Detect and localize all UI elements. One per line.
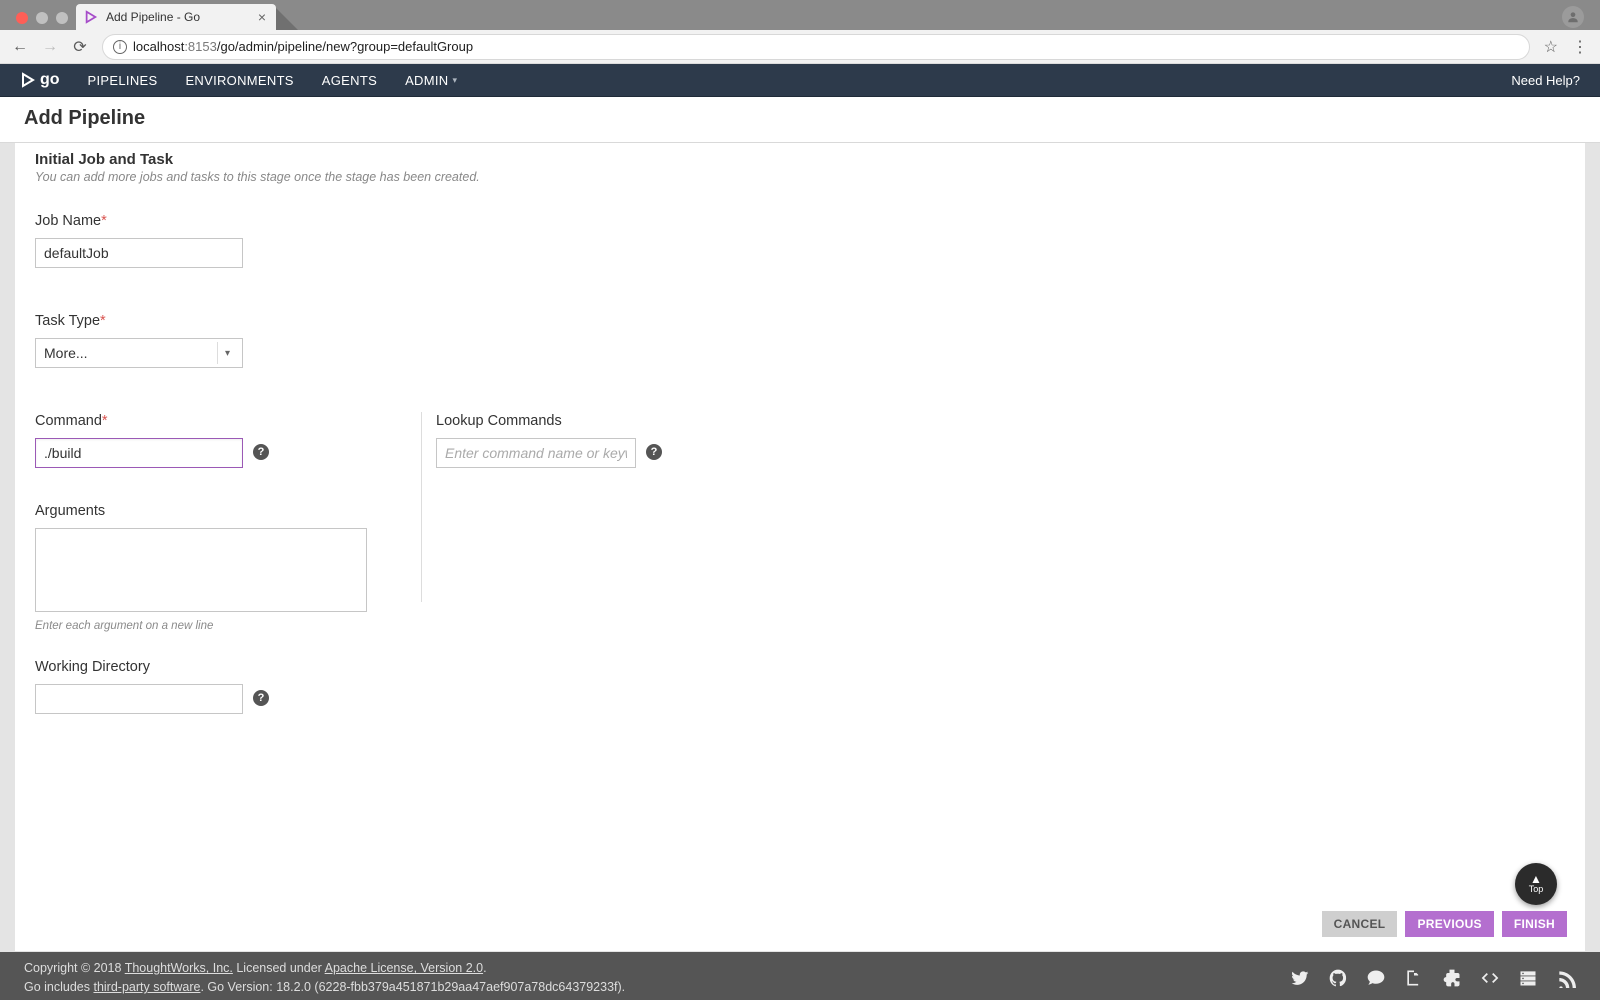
help-icon[interactable]: ? — [253, 444, 269, 460]
browser-chrome: Add Pipeline - Go × ← → ⟳ i localhost:81… — [0, 0, 1600, 64]
previous-button[interactable]: PREVIOUS — [1405, 911, 1493, 937]
docs-icon[interactable] — [1404, 968, 1424, 988]
api-icon[interactable] — [1480, 968, 1500, 988]
close-window-icon[interactable] — [16, 12, 28, 24]
help-icon[interactable]: ? — [646, 444, 662, 460]
apache-license-link[interactable]: Apache License, Version 2.0 — [325, 961, 483, 975]
nav-pipelines[interactable]: PIPELINES — [88, 73, 158, 88]
address-bar: ← → ⟳ i localhost:8153/go/admin/pipeline… — [0, 30, 1600, 64]
lookup-commands-label: Lookup Commands — [436, 413, 562, 429]
tab-title: Add Pipeline - Go — [106, 10, 200, 24]
bookmark-icon[interactable]: ☆ — [1544, 37, 1558, 57]
section-subtitle: You can add more jobs and tasks to this … — [35, 170, 1565, 184]
task-type-label: Task Type* — [35, 313, 106, 329]
required-marker: * — [101, 213, 107, 229]
app-footer: Copyright © 2018 ThoughtWorks, Inc. Lice… — [0, 952, 1600, 1000]
third-party-link[interactable]: third-party software — [93, 980, 200, 994]
profile-icon[interactable] — [1562, 6, 1584, 28]
working-directory-input[interactable] — [35, 684, 243, 714]
new-tab-affordance[interactable] — [276, 8, 298, 30]
arrow-up-icon: ▲ — [1530, 874, 1542, 884]
required-marker: * — [102, 413, 108, 429]
task-type-select[interactable]: More... — [35, 338, 243, 368]
server-icon[interactable] — [1518, 968, 1538, 988]
need-help-link[interactable]: Need Help? — [1511, 73, 1580, 88]
browser-menu-icon[interactable]: ⋮ — [1572, 37, 1588, 57]
chevron-down-icon: ▾ — [452, 75, 457, 86]
footer-text: Copyright © 2018 ThoughtWorks, Inc. Lice… — [24, 959, 625, 997]
nav-admin[interactable]: ADMIN▾ — [405, 73, 457, 88]
window-controls — [8, 12, 76, 30]
thoughtworks-link[interactable]: ThoughtWorks, Inc. — [125, 961, 233, 975]
field-command: Command* ? — [35, 412, 395, 468]
arguments-textarea[interactable] — [35, 528, 367, 612]
reload-icon[interactable]: ⟳ — [72, 37, 88, 57]
scroll-to-top-button[interactable]: ▲ Top — [1515, 863, 1557, 905]
job-name-input[interactable] — [35, 238, 243, 268]
job-name-label: Job Name* — [35, 213, 107, 229]
content-area: Initial Job and Task You can add more jo… — [0, 143, 1600, 952]
site-info-icon[interactable]: i — [113, 40, 127, 54]
required-marker: * — [100, 313, 106, 329]
tab-close-icon[interactable]: × — [258, 9, 266, 25]
working-directory-label: Working Directory — [35, 659, 150, 675]
footer-icons — [1290, 968, 1576, 988]
lookup-commands-input[interactable] — [436, 438, 636, 468]
tab-favicon — [84, 10, 98, 24]
forward-icon: → — [42, 38, 58, 56]
arguments-hint: Enter each argument on a new line — [35, 620, 395, 632]
help-icon[interactable]: ? — [253, 690, 269, 706]
plugins-icon[interactable] — [1442, 968, 1462, 988]
cancel-button[interactable]: CANCEL — [1322, 911, 1398, 937]
command-input[interactable] — [35, 438, 243, 468]
finish-button[interactable]: FINISH — [1502, 911, 1567, 937]
field-task-type: Task Type* More... ▾ — [35, 312, 1565, 368]
chat-icon[interactable] — [1366, 968, 1386, 988]
wizard-card: Initial Job and Task You can add more jo… — [14, 143, 1586, 952]
section-title: Initial Job and Task — [35, 151, 1565, 168]
nav-agents[interactable]: AGENTS — [322, 73, 377, 88]
app-navbar: go PIPELINES ENVIRONMENTS AGENTS ADMIN▾ … — [0, 64, 1600, 97]
nav-environments[interactable]: ENVIRONMENTS — [185, 73, 293, 88]
page-header: Add Pipeline — [0, 97, 1600, 143]
twitter-icon[interactable] — [1290, 968, 1310, 988]
github-icon[interactable] — [1328, 968, 1348, 988]
arguments-label: Arguments — [35, 503, 105, 519]
go-logo[interactable]: go — [20, 71, 60, 89]
url-text: localhost:8153/go/admin/pipeline/new?gro… — [133, 39, 473, 54]
field-working-directory: Working Directory ? — [35, 658, 395, 714]
maximize-window-icon[interactable] — [56, 12, 68, 24]
field-lookup-commands: Lookup Commands ? — [421, 412, 662, 602]
field-arguments: Arguments Enter each argument on a new l… — [35, 502, 395, 632]
url-field[interactable]: i localhost:8153/go/admin/pipeline/new?g… — [102, 34, 1530, 60]
page-title: Add Pipeline — [24, 107, 1576, 130]
back-icon[interactable]: ← — [12, 38, 28, 56]
field-job-name: Job Name* — [35, 212, 1565, 268]
minimize-window-icon[interactable] — [36, 12, 48, 24]
browser-tab[interactable]: Add Pipeline - Go × — [76, 4, 276, 30]
rss-icon[interactable] — [1556, 968, 1576, 988]
tab-strip: Add Pipeline - Go × — [0, 0, 1600, 30]
command-label: Command* — [35, 413, 108, 429]
wizard-actions: CANCEL PREVIOUS FINISH — [1322, 911, 1567, 937]
